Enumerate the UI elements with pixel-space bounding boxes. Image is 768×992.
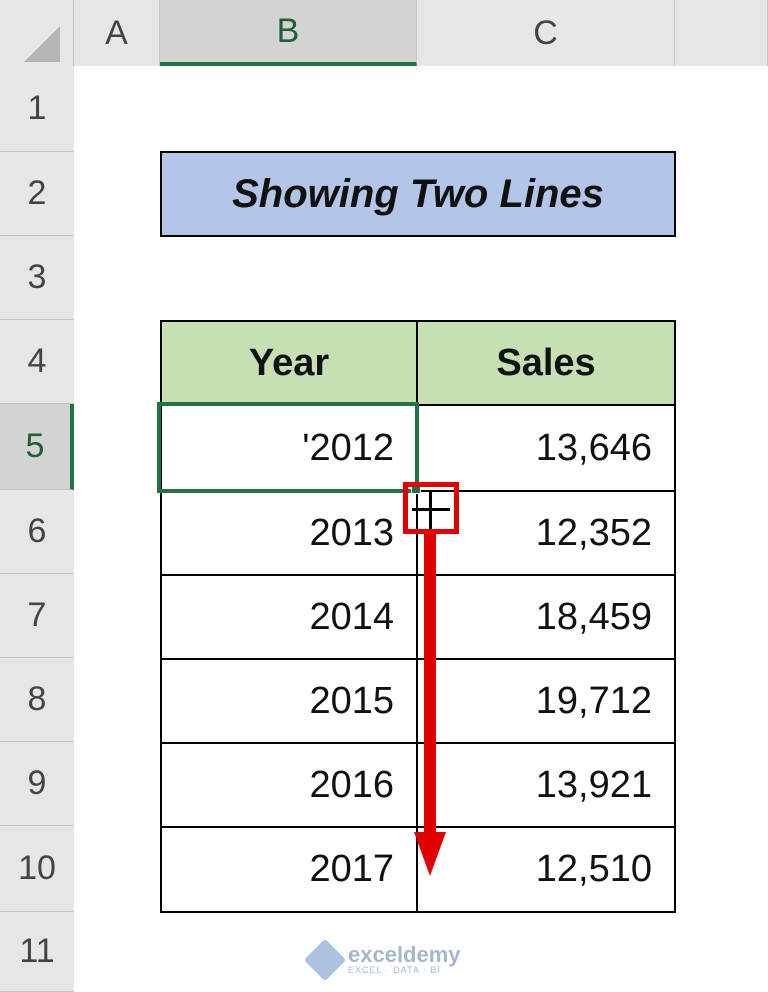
year-cell[interactable]: 2017 (162, 828, 418, 911)
row-header-10[interactable]: 10 (0, 826, 74, 912)
column-header-b[interactable]: B (160, 0, 417, 66)
sales-cell[interactable]: 13,646 (418, 406, 674, 492)
header-sales[interactable]: Sales (418, 322, 674, 406)
row-header-8[interactable]: 8 (0, 658, 74, 742)
row-header-7[interactable]: 7 (0, 574, 74, 658)
row-header-9[interactable]: 9 (0, 742, 74, 826)
row-header-4[interactable]: 4 (0, 320, 74, 404)
column-header-c[interactable]: C (417, 0, 675, 66)
year-cell[interactable]: 2013 (162, 492, 418, 576)
title-cell[interactable]: Showing Two Lines (160, 151, 676, 237)
row-header-3[interactable]: 3 (0, 236, 74, 320)
crosshair-cursor-icon-vertical (429, 491, 432, 529)
row-header-6[interactable]: 6 (0, 490, 74, 574)
drag-arrow-down-icon (414, 832, 446, 876)
sales-cell[interactable]: 13,921 (418, 744, 674, 828)
column-header-d[interactable] (675, 0, 768, 66)
watermark-text: exceldemy (348, 942, 461, 967)
year-cell[interactable]: 2016 (162, 744, 418, 828)
active-cell-border (157, 402, 419, 493)
sales-cell[interactable]: 12,510 (418, 828, 674, 911)
watermark: exceldemy EXCEL · DATA · BI (303, 938, 461, 981)
watermark-subtext: EXCEL · DATA · BI (348, 965, 441, 975)
select-all-icon (24, 26, 60, 62)
header-year[interactable]: Year (162, 322, 418, 406)
column-header-a[interactable]: A (74, 0, 160, 66)
row-header-11[interactable]: 11 (0, 912, 74, 992)
sales-cell[interactable]: 18,459 (418, 576, 674, 660)
year-cell[interactable]: 2014 (162, 576, 418, 660)
year-cell[interactable]: 2015 (162, 660, 418, 744)
row-header-2[interactable]: 2 (0, 152, 74, 236)
sales-cell[interactable]: 19,712 (418, 660, 674, 744)
row-header-5[interactable]: 5 (0, 404, 74, 490)
drag-arrow-shaft (424, 534, 436, 834)
row-header-1[interactable]: 1 (0, 66, 74, 152)
watermark-logo-icon (303, 938, 347, 981)
select-all-corner[interactable] (0, 0, 74, 66)
